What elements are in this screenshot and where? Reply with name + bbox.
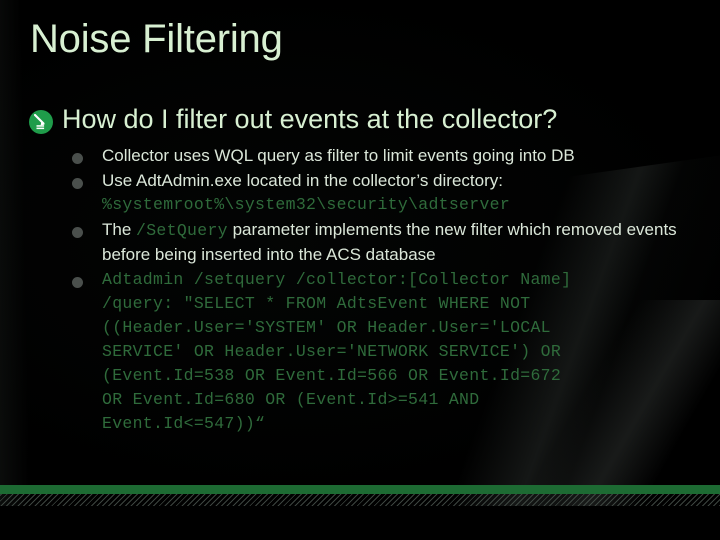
list-item-text-before: The — [102, 220, 137, 239]
level1-bullet-item: How do I filter out events at the collec… — [28, 100, 696, 138]
green-circle-arrow-icon — [28, 109, 54, 135]
list-item-label: The /SetQuery parameter implements the n… — [102, 218, 696, 267]
list-item: Use AdtAdmin.exe located in the collecto… — [72, 169, 696, 217]
footer-base — [0, 506, 720, 540]
presentation-slide: Noise Filtering How do I filter out even… — [0, 0, 720, 540]
list-item: Collector uses WQL query as filter to li… — [72, 144, 696, 168]
footer-stripe-band — [0, 494, 720, 506]
footer-accent-bar — [0, 485, 720, 494]
bullet-dot-icon — [72, 178, 83, 189]
list-item: The /SetQuery parameter implements the n… — [72, 218, 696, 267]
code-command-block: Adtadmin /setquery /collector:[Collector… — [102, 270, 572, 433]
list-item-label: Adtadmin /setquery /collector:[Collector… — [102, 268, 571, 436]
code-path-text: %systemroot%\system32\security\adtserver — [102, 195, 511, 214]
list-item-label: Collector uses WQL query as filter to li… — [102, 146, 575, 165]
list-item: Adtadmin /setquery /collector:[Collector… — [72, 268, 696, 436]
bullet-dot-icon — [72, 277, 83, 288]
list-item-label: Use AdtAdmin.exe located in the collecto… — [102, 169, 510, 217]
list-item-text: Use AdtAdmin.exe located in the collecto… — [102, 171, 503, 190]
bullet-dot-icon — [72, 227, 83, 238]
slide-body: How do I filter out events at the collec… — [28, 100, 696, 437]
slide-title: Noise Filtering — [30, 17, 283, 61]
level1-bullet-label: How do I filter out events at the collec… — [62, 104, 558, 134]
bullet-dot-icon — [72, 153, 83, 164]
code-parameter-text: /SetQuery — [136, 221, 228, 240]
